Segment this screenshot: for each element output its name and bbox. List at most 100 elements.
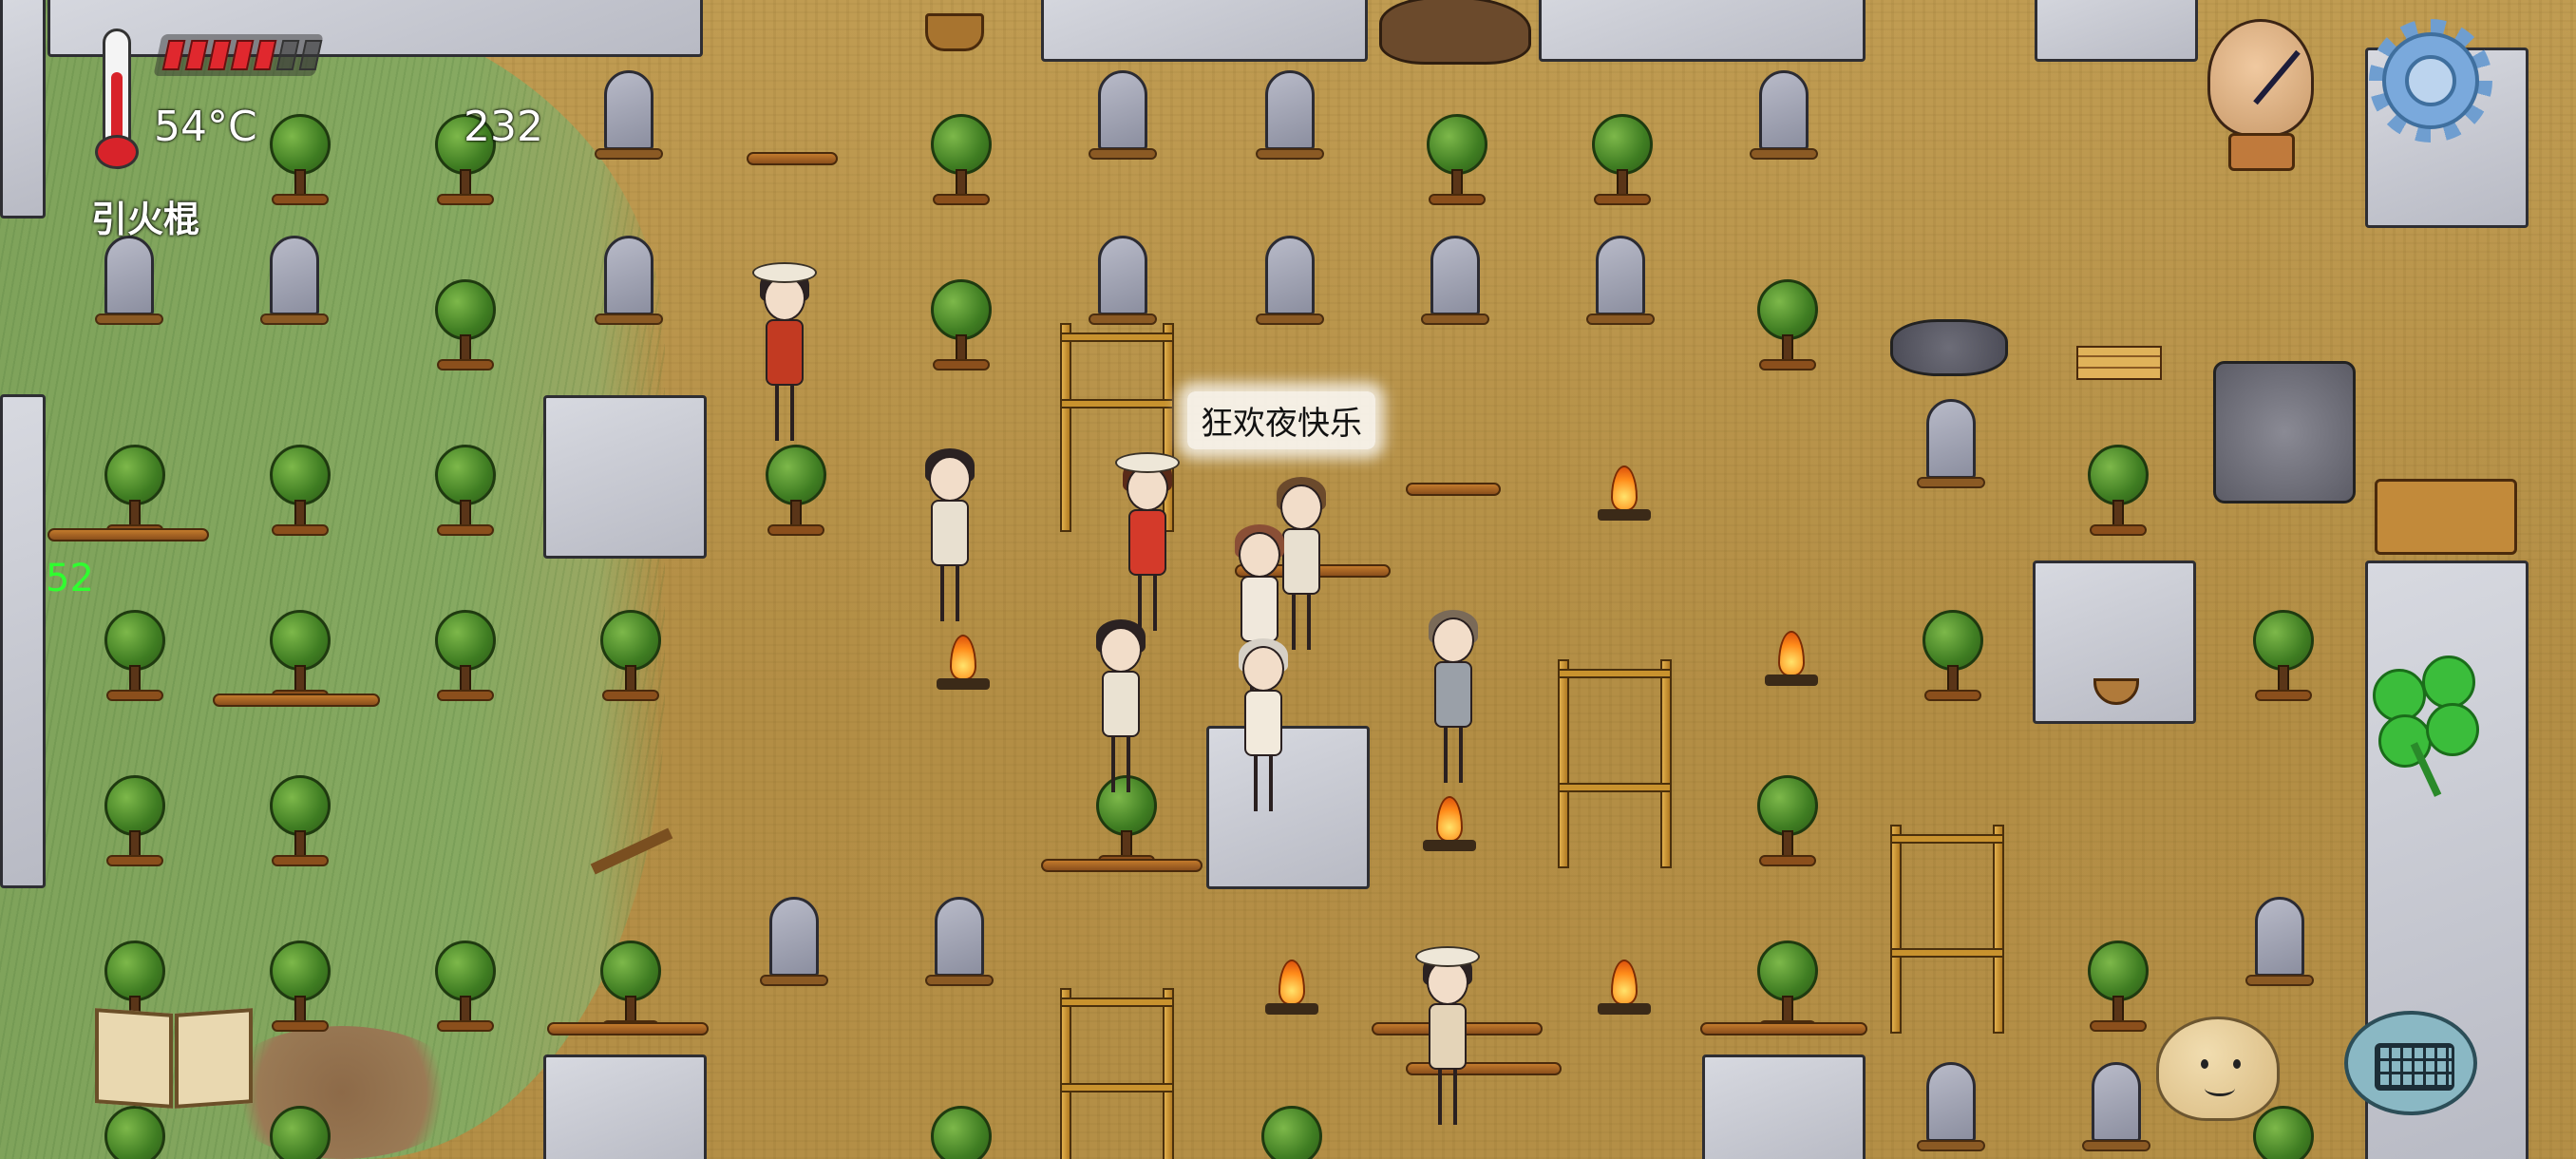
- home-compass-icon[interactable]: [2207, 19, 2314, 180]
- food-pip: [184, 40, 209, 70]
- stone-well[interactable]: [2213, 361, 2356, 504]
- tree[interactable]: [262, 445, 338, 540]
- bear-creature[interactable]: [1379, 0, 1531, 65]
- stone-floor-tile[interactable]: [2035, 0, 2198, 62]
- villager[interactable]: [747, 256, 823, 446]
- food-pip: [230, 40, 255, 70]
- food-pip-empty: [275, 40, 300, 70]
- food-meter: [153, 34, 324, 76]
- planks[interactable]: [2076, 346, 2162, 380]
- villager[interactable]: [1410, 940, 1486, 1130]
- gravestone[interactable]: [1256, 70, 1324, 165]
- gravestone[interactable]: [1421, 236, 1489, 331]
- kindling-log[interactable]: [1700, 1022, 1867, 1036]
- fps-counter: 52: [46, 557, 94, 600]
- gravestone[interactable]: [595, 236, 663, 331]
- tree[interactable]: [427, 279, 503, 374]
- kindling-log[interactable]: [47, 528, 209, 542]
- tree[interactable]: [1915, 610, 1991, 705]
- stone-floor-tile[interactable]: [1041, 0, 1368, 62]
- kindling-log[interactable]: [1041, 859, 1203, 872]
- tree[interactable]: [262, 940, 338, 1036]
- tree[interactable]: [758, 445, 834, 540]
- tree[interactable]: [262, 610, 338, 705]
- gravestone[interactable]: [760, 897, 828, 992]
- villager[interactable]: [1415, 598, 1491, 788]
- gravestone[interactable]: [1089, 236, 1157, 331]
- tree[interactable]: [262, 1106, 338, 1159]
- tree[interactable]: [923, 114, 999, 209]
- game-world[interactable]: [0, 0, 2576, 1159]
- stone-floor-tile[interactable]: [543, 1054, 707, 1159]
- gravestone[interactable]: [2245, 897, 2314, 992]
- four-leaf-clover-icon: [2365, 656, 2489, 798]
- gravestone[interactable]: [95, 236, 163, 331]
- gravestone[interactable]: [925, 897, 994, 992]
- gravestone[interactable]: [595, 70, 663, 165]
- recipe-book-icon[interactable]: [95, 1008, 256, 1115]
- gravestone[interactable]: [2082, 1062, 2150, 1157]
- tree[interactable]: [1254, 1106, 1330, 1159]
- temperature-readout: 54°C: [154, 103, 257, 151]
- stone-floor-tile[interactable]: [0, 394, 46, 888]
- kindling-log[interactable]: [747, 152, 838, 165]
- wooden-frame[interactable]: [1890, 825, 2004, 1034]
- tree[interactable]: [97, 445, 173, 540]
- tree[interactable]: [1419, 114, 1495, 209]
- wooden-frame[interactable]: [1060, 988, 1174, 1159]
- tree[interactable]: [427, 940, 503, 1036]
- gravestone[interactable]: [1917, 1062, 1985, 1157]
- tree[interactable]: [2080, 445, 2156, 540]
- gear-icon[interactable]: [2369, 19, 2492, 142]
- villager[interactable]: [1083, 608, 1159, 798]
- wooden-cart[interactable]: [2375, 479, 2517, 555]
- gravestone[interactable]: [260, 236, 329, 331]
- tree[interactable]: [262, 775, 338, 870]
- held-item-label: 引火棍: [91, 199, 200, 240]
- stone-floor-tile[interactable]: [1702, 1054, 1866, 1159]
- kindling-log[interactable]: [547, 1022, 709, 1036]
- kindling-log[interactable]: [1406, 483, 1501, 496]
- tree[interactable]: [2080, 940, 2156, 1036]
- gravestone[interactable]: [1750, 70, 1818, 165]
- tree[interactable]: [2245, 610, 2321, 705]
- basket[interactable]: [925, 13, 984, 51]
- gravestone[interactable]: [1917, 399, 1985, 494]
- tree[interactable]: [1750, 775, 1826, 870]
- keyboard-chat-icon[interactable]: [2344, 1011, 2477, 1115]
- thermometer-icon: [87, 28, 146, 171]
- elder-villager[interactable]: [1225, 627, 1301, 817]
- tree[interactable]: [97, 610, 173, 705]
- tree[interactable]: [427, 445, 503, 540]
- campfire[interactable]: [1596, 466, 1653, 532]
- tree[interactable]: [1750, 279, 1826, 374]
- campfire[interactable]: [1421, 796, 1478, 863]
- gravestone[interactable]: [1089, 70, 1157, 165]
- campfire[interactable]: [1596, 960, 1653, 1026]
- tree[interactable]: [1584, 114, 1660, 209]
- tree[interactable]: [427, 610, 503, 705]
- gravestone[interactable]: [1256, 236, 1324, 331]
- tree[interactable]: [593, 610, 669, 705]
- tree[interactable]: [97, 775, 173, 870]
- wooden-frame[interactable]: [1558, 659, 1672, 868]
- campfire[interactable]: [1763, 631, 1820, 697]
- tree[interactable]: [923, 1106, 999, 1159]
- yum-counter: 232: [464, 103, 543, 151]
- villager[interactable]: [912, 437, 988, 627]
- tree[interactable]: [593, 940, 669, 1036]
- stone-pile[interactable]: [1890, 319, 2008, 376]
- food-pip: [253, 40, 277, 70]
- speech-bubble: 狂欢夜快乐: [1187, 391, 1375, 449]
- emote-face-icon[interactable]: [2156, 1016, 2280, 1121]
- kindling-log[interactable]: [213, 694, 380, 707]
- gravestone[interactable]: [1586, 236, 1655, 331]
- stone-floor-tile[interactable]: [543, 395, 707, 559]
- campfire[interactable]: [935, 635, 992, 701]
- stone-floor-tile[interactable]: [0, 0, 46, 218]
- campfire[interactable]: [1263, 960, 1320, 1026]
- tree[interactable]: [262, 114, 338, 209]
- tree[interactable]: [923, 279, 999, 374]
- tree[interactable]: [1750, 940, 1826, 1036]
- stone-floor-tile[interactable]: [1539, 0, 1866, 62]
